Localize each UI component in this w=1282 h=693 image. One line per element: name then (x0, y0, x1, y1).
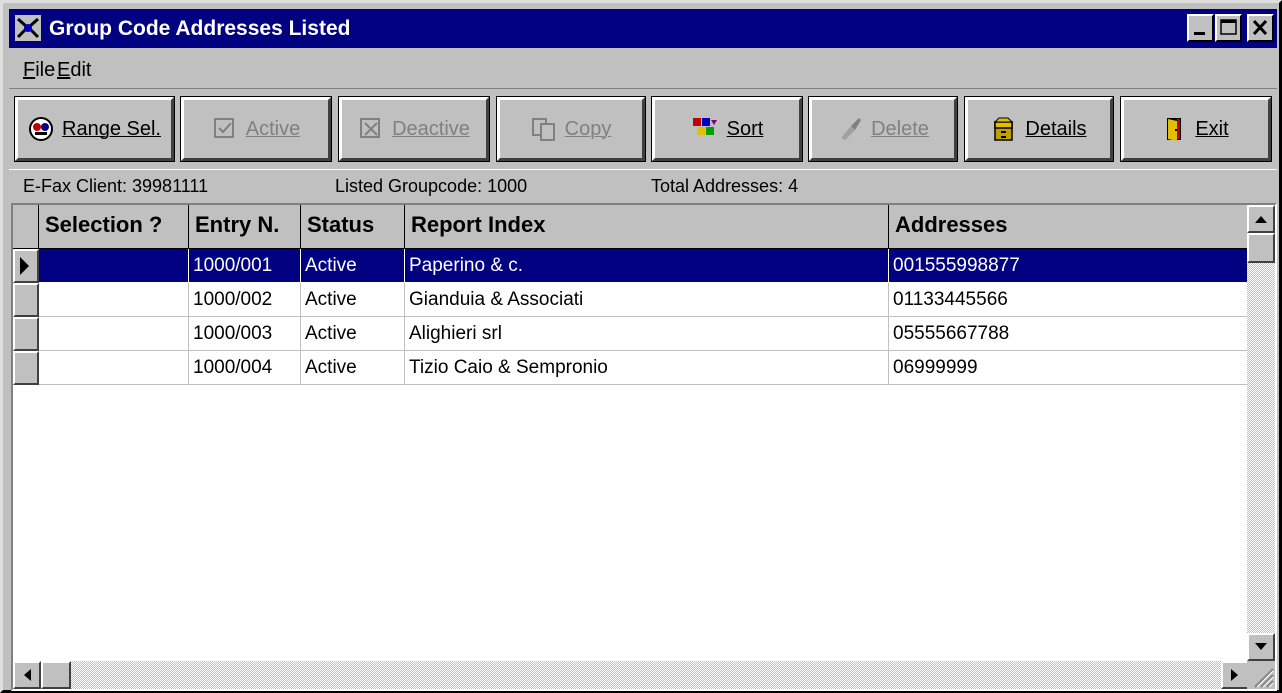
arrow-down-icon (1255, 643, 1267, 650)
active-label: Active (245, 117, 301, 140)
table-row[interactable]: 1000/003 Active Alighieri srl 0555566778… (13, 317, 1249, 351)
horizontal-scroll-thumb[interactable] (41, 661, 71, 689)
col-header-addresses[interactable]: Addresses (889, 205, 1249, 249)
grid-body: Selection ? Entry N. Status Report Index… (13, 205, 1249, 661)
delete-label: Delete (871, 117, 929, 140)
close-icon (1252, 19, 1268, 36)
cell-address[interactable]: 01133445566 (889, 283, 1249, 317)
table-row[interactable]: 1000/002 Active Gianduia & Associati 011… (13, 283, 1249, 317)
vertical-scrollbar[interactable] (1247, 205, 1275, 661)
resize-grip-icon (1254, 668, 1274, 688)
cell-selection[interactable] (39, 283, 189, 317)
cell-entry[interactable]: 1000/002 (189, 283, 301, 317)
current-row-arrow-icon (20, 257, 29, 275)
col-header-status[interactable]: Status (301, 205, 405, 249)
range-select-icon (29, 117, 54, 141)
menu-bar: File Edit (9, 52, 1277, 88)
sort-button[interactable]: Sort (651, 96, 803, 162)
scroll-down-button[interactable] (1247, 633, 1275, 661)
menu-edit-rest: dit (70, 59, 92, 81)
copy-button[interactable]: Copy (496, 96, 646, 162)
cell-selection[interactable] (39, 249, 189, 283)
range-sel-button[interactable]: Range Sel. (14, 96, 175, 162)
cell-entry[interactable]: 1000/004 (189, 351, 301, 385)
table-row[interactable]: 1000/001 Active Paperino & c. 0015559988… (13, 249, 1249, 283)
delete-icon (841, 118, 862, 140)
menu-file[interactable]: File (23, 59, 55, 82)
minimize-button[interactable] (1187, 14, 1214, 42)
cell-report-index[interactable]: Paperino & c. (405, 249, 889, 283)
horizontal-scrollbar[interactable] (13, 661, 1249, 689)
row-selector[interactable] (13, 317, 39, 351)
resize-grip[interactable] (1247, 661, 1275, 689)
cell-report-index[interactable]: Gianduia & Associati (405, 283, 889, 317)
activate-icon (213, 118, 234, 138)
table-row[interactable]: 1000/004 Active Tizio Caio & Sempronio 0… (13, 351, 1249, 385)
exit-door-icon (1167, 118, 1182, 141)
cell-status[interactable]: Active (301, 317, 405, 351)
deactive-button[interactable]: Deactive (338, 96, 490, 162)
corner-header (13, 205, 39, 249)
range-sel-label: Range Sel. (62, 117, 161, 140)
cell-status[interactable]: Active (301, 283, 405, 317)
exit-label: Exit (1195, 117, 1229, 140)
cell-address[interactable]: 06999999 (889, 351, 1249, 385)
details-label: Details (1025, 117, 1087, 140)
cell-entry[interactable]: 1000/003 (189, 317, 301, 351)
active-button[interactable]: Active (180, 96, 332, 162)
vertical-scroll-thumb[interactable] (1247, 233, 1275, 263)
exit-button[interactable]: Exit (1120, 96, 1272, 162)
groupcode-info: Listed Groupcode: 1000 (335, 176, 528, 196)
window-title: Group Code Addresses Listed (49, 17, 351, 40)
row-selector[interactable] (13, 249, 39, 283)
scroll-left-button[interactable] (13, 661, 41, 689)
menu-file-mnemonic: F (23, 59, 36, 81)
cell-status[interactable]: Active (301, 249, 405, 283)
sort-icon (692, 118, 717, 135)
menu-edit-mnemonic: E (57, 59, 71, 81)
col-header-entry[interactable]: Entry N. (189, 205, 301, 249)
cell-report-index[interactable]: Tizio Caio & Sempronio (405, 351, 889, 385)
cell-report-index[interactable]: Alighieri srl (405, 317, 889, 351)
grid-header: Selection ? Entry N. Status Report Index… (13, 205, 1249, 249)
arrow-left-icon (24, 669, 31, 681)
scroll-up-button[interactable] (1247, 205, 1275, 233)
cell-address[interactable]: 05555667788 (889, 317, 1249, 351)
cell-selection[interactable] (39, 351, 189, 385)
row-selector[interactable] (13, 351, 39, 385)
details-icon (994, 117, 1014, 141)
cell-selection[interactable] (39, 317, 189, 351)
details-button[interactable]: Details (964, 96, 1114, 162)
maximize-icon (1220, 19, 1237, 35)
col-header-report-index[interactable]: Report Index (405, 205, 889, 249)
delete-button[interactable]: Delete (808, 96, 958, 162)
main-window: Group Code Addresses Listed File Edit Ra… (0, 0, 1282, 693)
maximize-button[interactable] (1215, 14, 1242, 42)
col-header-selection[interactable]: Selection ? (39, 205, 189, 249)
arrow-up-icon (1255, 216, 1267, 223)
scroll-right-button[interactable] (1221, 661, 1249, 689)
copy-label: Copy (564, 117, 612, 140)
copy-icon (531, 118, 555, 141)
total-addresses-info: Total Addresses: 4 (651, 176, 799, 196)
info-line: E-Fax Client: 39981111 Listed Groupcode:… (9, 170, 1277, 200)
deactive-label: Deactive (392, 117, 470, 140)
app-icon (15, 15, 41, 41)
deactivate-icon (360, 118, 381, 138)
minimize-icon (1194, 32, 1205, 35)
menu-edit[interactable]: Edit (57, 59, 91, 82)
close-button[interactable] (1247, 14, 1274, 42)
sort-label: Sort (726, 117, 764, 140)
arrow-right-icon (1231, 669, 1238, 681)
cell-status[interactable]: Active (301, 351, 405, 385)
cell-entry[interactable]: 1000/001 (189, 249, 301, 283)
cell-address[interactable]: 001555998877 (889, 249, 1249, 283)
addresses-grid[interactable]: Selection ? Entry N. Status Report Index… (11, 203, 1277, 691)
menu-file-rest: ile (35, 59, 56, 81)
row-selector[interactable] (13, 283, 39, 317)
title-bar[interactable]: Group Code Addresses Listed (9, 9, 1277, 48)
client-info: E-Fax Client: 39981111 (23, 176, 209, 196)
toolbar: Range Sel. Active Deactive Copy Sort Del… (9, 88, 1277, 170)
